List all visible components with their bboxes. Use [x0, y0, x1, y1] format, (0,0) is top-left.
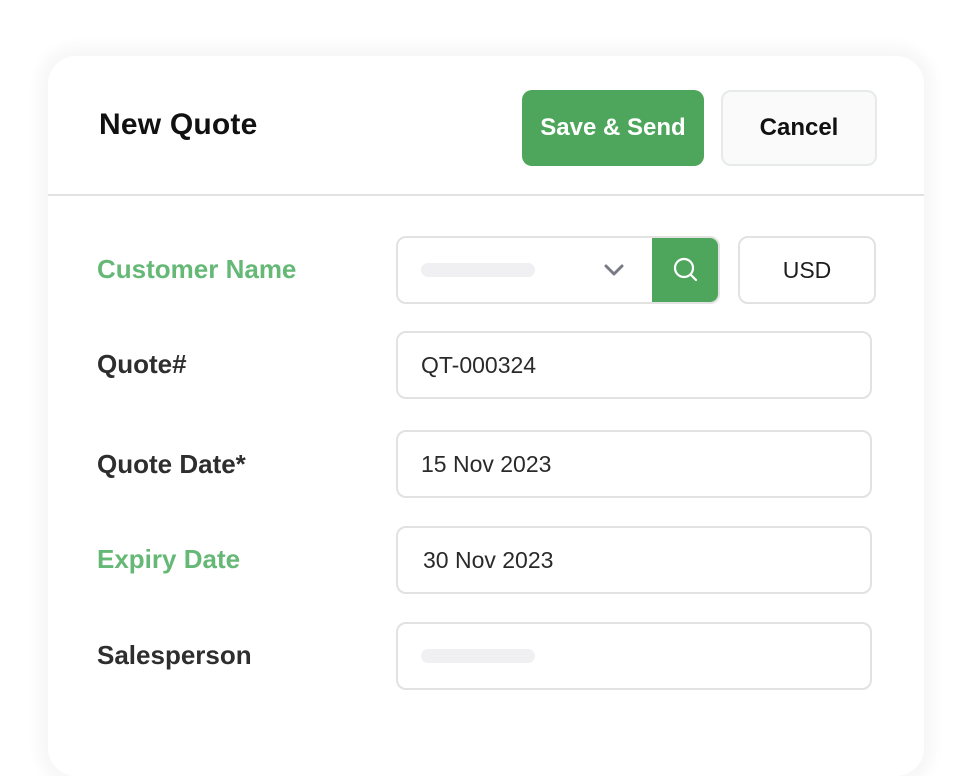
currency-selector[interactable]: USD [738, 236, 876, 304]
quote-date-value: 15 Nov 2023 [421, 450, 552, 477]
customer-search-button[interactable] [652, 238, 718, 302]
search-icon [673, 257, 698, 282]
customer-name-placeholder [421, 263, 535, 277]
quote-number-label: Quote# [97, 349, 187, 379]
card-header: New Quote Save & Send Cancel [48, 56, 924, 196]
expiry-date-label: Expiry Date [97, 544, 241, 574]
salesperson-label: Salesperson [97, 640, 252, 670]
cancel-button[interactable]: Cancel [721, 90, 877, 166]
chevron-down-icon[interactable] [602, 258, 626, 282]
quote-date-label: Quote Date* [97, 449, 246, 479]
expiry-date-input[interactable]: 30 Nov 2023 [396, 526, 872, 594]
new-quote-card: New Quote Save & Send Cancel Customer Na… [48, 56, 924, 776]
salesperson-input[interactable] [396, 622, 872, 690]
quote-date-input[interactable]: 15 Nov 2023 [396, 430, 872, 498]
expiry-date-value: 30 Nov 2023 [423, 546, 554, 573]
page-title: New Quote [99, 108, 258, 141]
save-and-send-button[interactable]: Save & Send [522, 90, 704, 166]
quote-number-input[interactable]: QT-000324 [396, 331, 872, 399]
quote-number-value: QT-000324 [421, 351, 537, 378]
customer-name-select[interactable] [396, 236, 720, 304]
salesperson-placeholder [421, 649, 535, 663]
customer-name-label: Customer Name [97, 254, 297, 284]
